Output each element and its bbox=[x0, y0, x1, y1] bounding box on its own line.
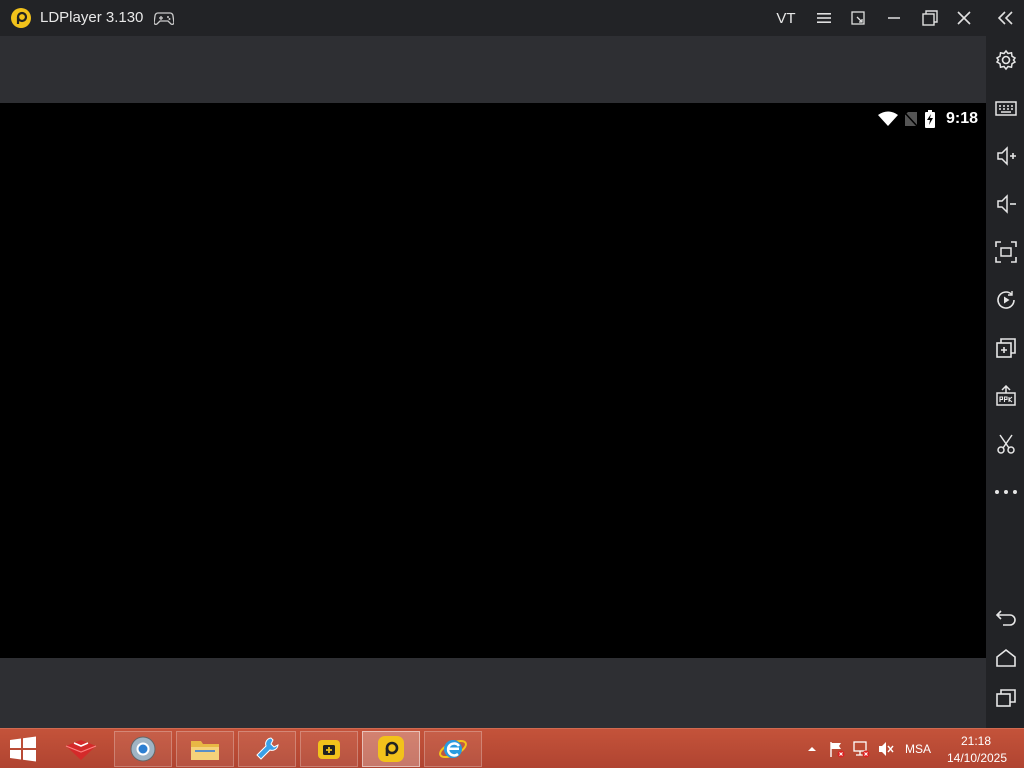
taskbar-internet-explorer[interactable] bbox=[424, 731, 482, 767]
taskbar-clock-time[interactable]: 21:18 bbox=[960, 734, 992, 748]
collapse-sidebar-button[interactable] bbox=[994, 6, 1016, 30]
red-box-icon bbox=[65, 740, 97, 760]
taskbar-ld-store[interactable] bbox=[300, 731, 358, 767]
fullscreen-button[interactable] bbox=[994, 240, 1018, 264]
close-icon bbox=[957, 11, 971, 25]
recents-button[interactable] bbox=[994, 686, 1018, 710]
maximize-button[interactable] bbox=[919, 6, 941, 30]
battery-charging-icon bbox=[924, 110, 935, 128]
wifi-icon bbox=[877, 111, 898, 126]
window-title: LDPlayer 3.130 bbox=[40, 9, 144, 26]
ld-store-icon bbox=[318, 740, 340, 759]
ldplayer-logo-icon bbox=[11, 8, 31, 28]
tool-sidebar bbox=[986, 36, 1024, 728]
volume-down-icon bbox=[997, 194, 1016, 214]
android-screen[interactable]: 9:18 bbox=[0, 103, 986, 658]
android-clock: 9:18 bbox=[945, 110, 978, 127]
fullscreen-icon bbox=[995, 241, 1017, 263]
android-status-bar: 9:18 bbox=[877, 109, 978, 129]
vt-button[interactable]: VT bbox=[772, 6, 800, 30]
recents-icon bbox=[996, 689, 1016, 707]
record-button[interactable] bbox=[994, 288, 1018, 312]
chrome-icon bbox=[130, 736, 156, 762]
gamepad-icon[interactable] bbox=[154, 9, 174, 27]
taskbar-ldplayer[interactable] bbox=[362, 731, 420, 767]
restore-icon bbox=[922, 10, 938, 26]
input-language[interactable]: MSA bbox=[905, 742, 931, 756]
hamburger-icon bbox=[817, 13, 831, 23]
taskbar-tool-app[interactable] bbox=[238, 731, 296, 767]
network-icon[interactable] bbox=[852, 740, 870, 758]
volume-up-button[interactable] bbox=[994, 144, 1018, 168]
add-window-icon bbox=[996, 338, 1016, 358]
volume-up-icon bbox=[997, 146, 1016, 166]
title-bar: LDPlayer 3.130 VT bbox=[0, 0, 1024, 36]
ie-icon bbox=[439, 739, 467, 759]
multi-instance-button[interactable] bbox=[994, 336, 1018, 360]
back-icon bbox=[995, 610, 1016, 626]
more-icon bbox=[995, 490, 1017, 494]
minimize-icon bbox=[888, 17, 900, 19]
taskbar-clock-date[interactable]: 14/10/2025 bbox=[946, 751, 1008, 765]
taskbar-chrome[interactable] bbox=[114, 731, 172, 767]
shrink-icon bbox=[851, 11, 865, 25]
taskbar-file-explorer[interactable] bbox=[176, 731, 234, 767]
show-hidden-icons-icon[interactable] bbox=[807, 745, 817, 753]
settings-button[interactable] bbox=[994, 48, 1018, 72]
windows-start-icon[interactable] bbox=[8, 736, 38, 762]
double-chevron-left-icon bbox=[997, 11, 1013, 25]
shrink-window-button[interactable] bbox=[848, 6, 868, 30]
apk-icon bbox=[996, 385, 1016, 406]
volume-muted-icon[interactable] bbox=[877, 741, 895, 757]
keyboard-icon bbox=[995, 101, 1017, 116]
home-button[interactable] bbox=[994, 646, 1018, 670]
close-button[interactable] bbox=[954, 6, 974, 30]
screenshot-button[interactable] bbox=[994, 432, 1018, 456]
wrench-icon bbox=[256, 737, 279, 760]
more-button[interactable] bbox=[994, 480, 1018, 504]
windows-taskbar: MSA 21:18 14/10/2025 bbox=[0, 728, 1024, 768]
home-icon bbox=[996, 648, 1016, 667]
gear-icon bbox=[995, 49, 1017, 71]
minimize-button[interactable] bbox=[884, 6, 904, 30]
taskbar-red-app[interactable] bbox=[52, 731, 110, 767]
back-button[interactable] bbox=[994, 606, 1018, 630]
ldplayer-icon bbox=[378, 736, 404, 762]
record-icon bbox=[997, 291, 1015, 309]
no-sim-icon bbox=[904, 112, 918, 127]
install-apk-button[interactable] bbox=[994, 384, 1018, 408]
keyboard-button[interactable] bbox=[994, 96, 1018, 120]
screen-top-letterbox bbox=[0, 36, 986, 103]
screen-bottom-letterbox bbox=[0, 658, 986, 728]
folder-icon bbox=[191, 741, 219, 760]
menu-button[interactable] bbox=[814, 6, 834, 30]
scissors-icon bbox=[997, 434, 1015, 454]
action-center-flag-icon[interactable] bbox=[828, 740, 846, 758]
volume-down-button[interactable] bbox=[994, 192, 1018, 216]
